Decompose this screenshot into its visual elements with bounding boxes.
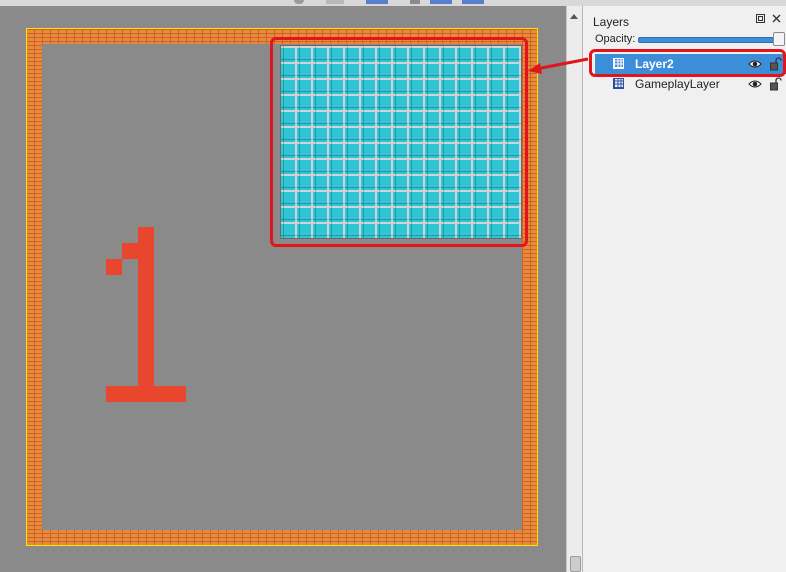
float-window-icon[interactable]: [756, 14, 765, 23]
toolbar-icon[interactable]: [430, 0, 452, 4]
layers-panel: Layers Opacity: Layer2 GameplayLayer: [582, 6, 786, 572]
toolbar-icon[interactable]: [462, 0, 484, 4]
toolbar-icon[interactable]: [410, 0, 420, 4]
opacity-label: Opacity:: [595, 33, 636, 45]
unlocked-padlock-icon[interactable]: [770, 77, 782, 91]
close-icon[interactable]: [772, 14, 781, 23]
panel-title: Layers: [593, 15, 630, 29]
tile-layer-icon: [613, 78, 624, 89]
toolbar-icon[interactable]: [294, 0, 304, 4]
layer-row-highlight: [589, 49, 786, 77]
eye-icon[interactable]: [748, 77, 762, 91]
vertical-scrollbar[interactable]: [566, 6, 582, 572]
layer-name: GameplayLayer: [635, 77, 720, 91]
scroll-thumb[interactable]: [570, 556, 581, 572]
layer-row-gameplaylayer[interactable]: GameplayLayer: [595, 74, 786, 94]
toolbar-icon[interactable]: [326, 0, 344, 4]
tile-block-highlight: [270, 37, 528, 247]
opacity-slider-handle[interactable]: [773, 32, 785, 46]
opacity-slider[interactable]: [638, 37, 782, 43]
annotation-arrow: [528, 57, 589, 74]
toolbar-icon[interactable]: [366, 0, 388, 4]
scroll-up-icon[interactable]: [570, 14, 578, 19]
